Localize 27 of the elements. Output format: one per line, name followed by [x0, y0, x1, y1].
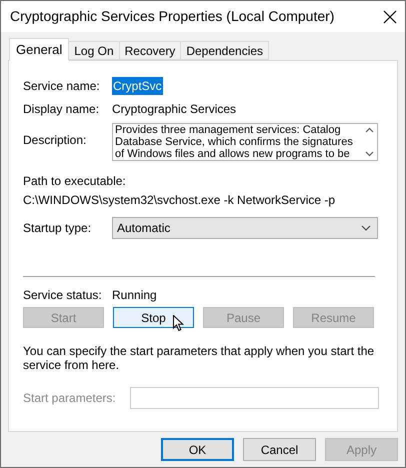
- field-label: Start parameters:: [23, 390, 117, 407]
- scroll-up-icon[interactable]: [364, 127, 374, 133]
- field-label: Service name:: [23, 78, 101, 95]
- dialog-button[interactable]: OK: [161, 438, 234, 461]
- tab[interactable]: General: [9, 38, 70, 61]
- field-label: Description:: [23, 132, 88, 149]
- field-value: Cryptographic Services: [112, 101, 236, 118]
- chevron-down-icon: [361, 225, 371, 231]
- selected-text: CryptSvc: [112, 77, 163, 95]
- field-label: Display name:: [23, 101, 100, 118]
- startup-type-dropdown[interactable]: Automatic: [112, 217, 378, 239]
- tab[interactable]: Dependencies: [181, 41, 270, 60]
- close-icon[interactable]: [383, 10, 397, 24]
- field-label: Service status:: [23, 287, 103, 304]
- dropdown-value: Automatic: [117, 220, 170, 237]
- service-button[interactable]: Stop: [113, 307, 194, 328]
- scroll-down-icon[interactable]: [364, 151, 374, 157]
- path-text: C:\WINDOWS\system32\svchost.exe -k NetworkService -p: [23, 192, 336, 209]
- tab[interactable]: Recovery: [120, 41, 182, 60]
- tab[interactable]: Log On: [69, 41, 120, 60]
- dialog-button[interactable]: Cancel: [243, 438, 316, 461]
- field-label: Startup type:: [23, 220, 92, 237]
- window-title: Cryptographic Services Properties (Local Computer): [10, 7, 334, 26]
- hint-text: You can specify the start parameters that apply when you start the service from here.: [23, 344, 376, 372]
- field-label: Path to executable:: [23, 173, 127, 190]
- status-value: Running: [112, 287, 157, 304]
- mouse-pointer-icon: [173, 315, 184, 332]
